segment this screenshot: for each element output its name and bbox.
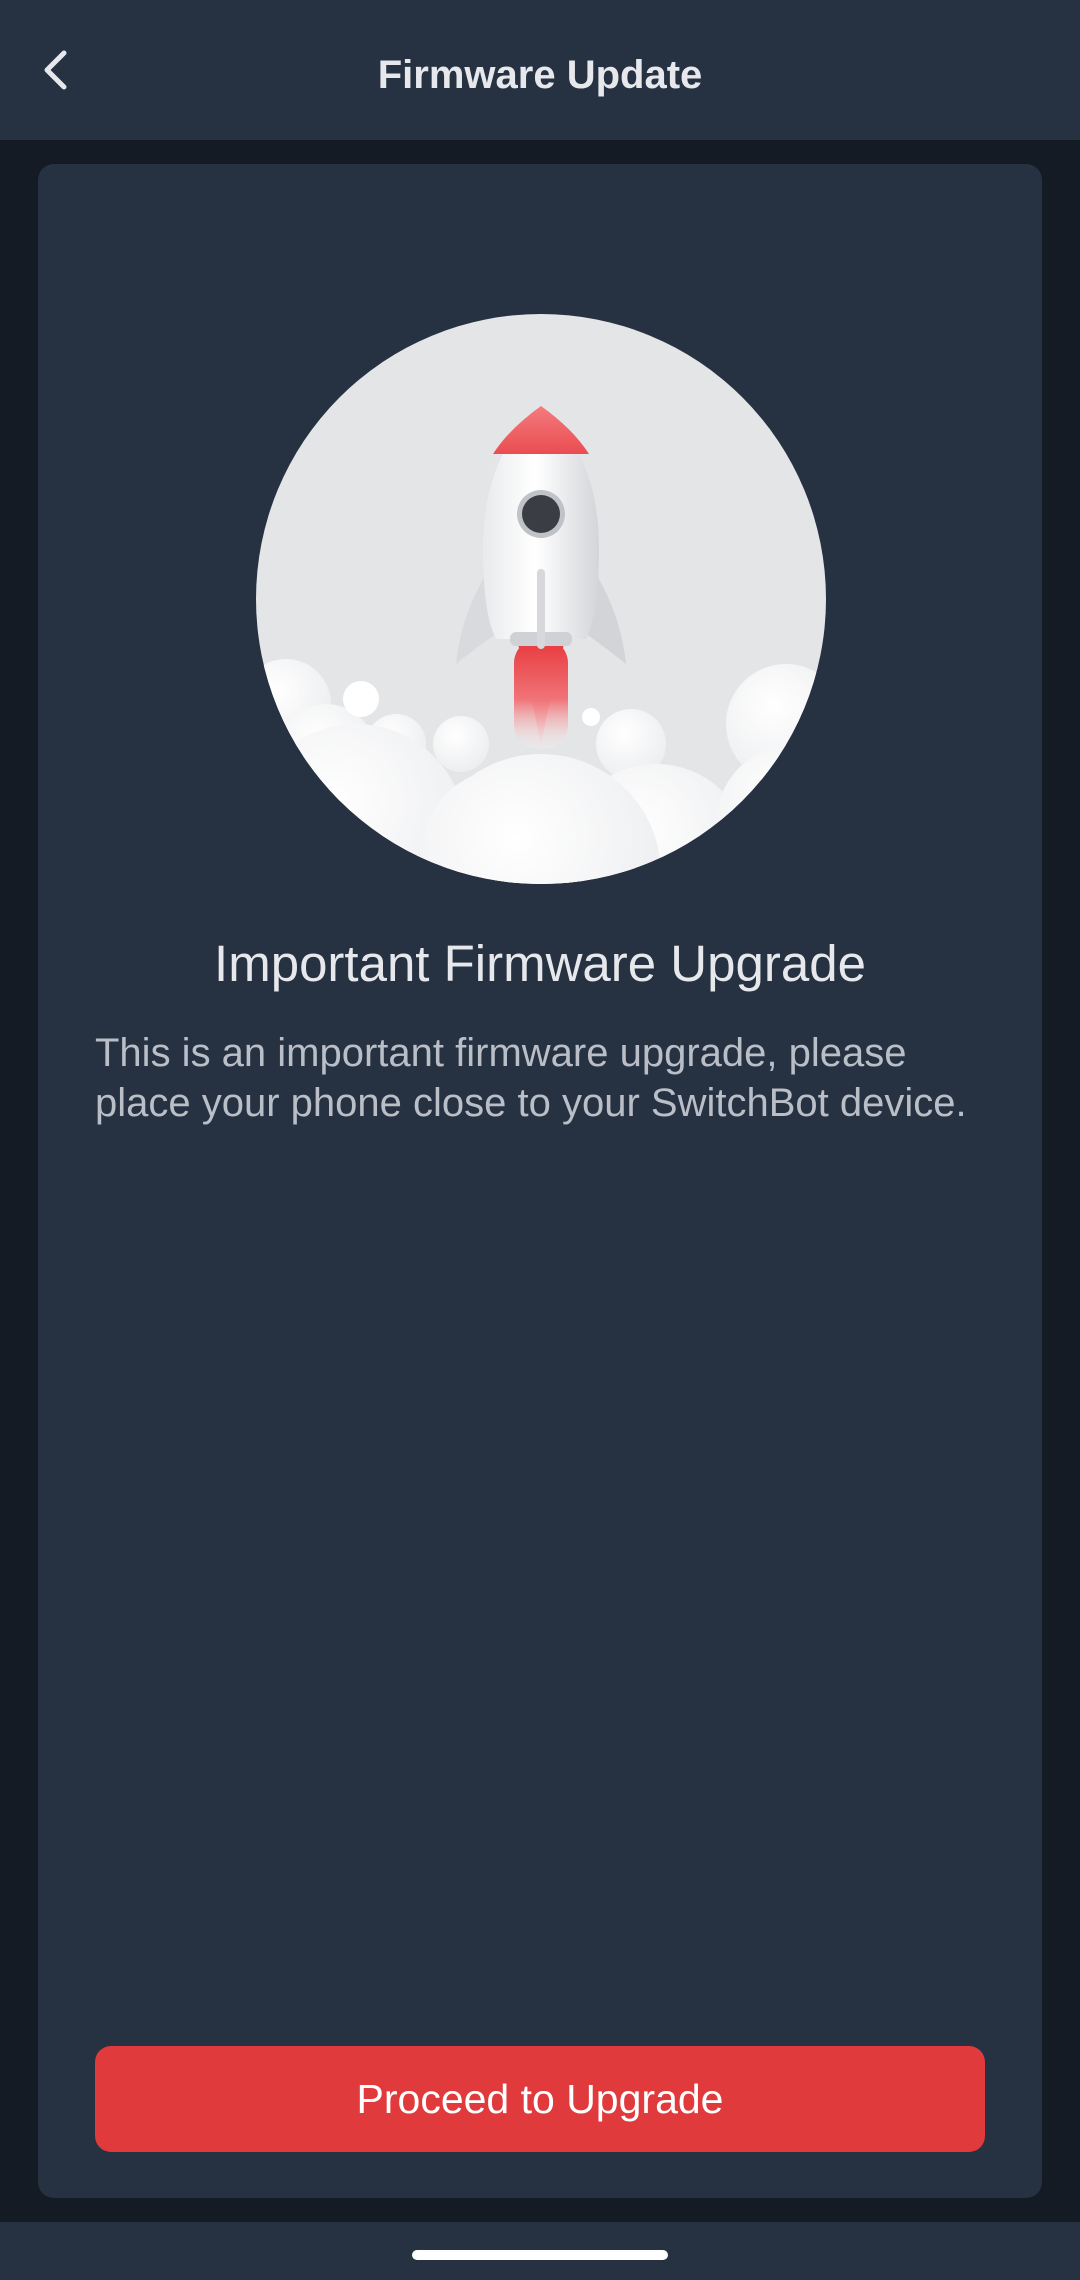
app-bar: Firmware Update bbox=[0, 0, 1080, 140]
page-title: Firmware Update bbox=[377, 53, 703, 97]
firmware-update-screen: Firmware Update Important Firmware Upgra… bbox=[0, 0, 1080, 2280]
upgrade-card: Important Firmware Upgrade This is an im… bbox=[38, 164, 1042, 2198]
navigation-bar bbox=[0, 2222, 1080, 2280]
upgrade-heading: Important Firmware Upgrade bbox=[214, 935, 866, 992]
proceed-to-upgrade-button[interactable]: Proceed to Upgrade bbox=[95, 2046, 985, 2152]
upgrade-description: This is an important firmware upgrade, p… bbox=[95, 1031, 967, 1125]
rocket-launch-illustration bbox=[256, 314, 826, 884]
home-indicator[interactable] bbox=[412, 2250, 668, 2260]
